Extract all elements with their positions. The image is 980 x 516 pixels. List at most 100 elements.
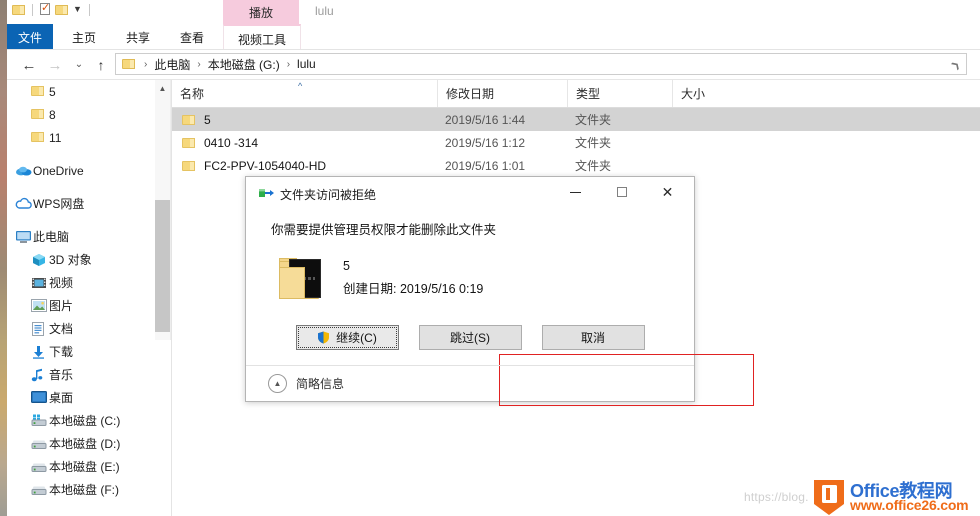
sidebar-item-9[interactable]: 文档 (7, 317, 155, 340)
column-header-size[interactable]: 大小 (672, 80, 762, 107)
tab-file[interactable]: 文件 (7, 24, 53, 50)
sidebar-item-label: 视频 (49, 276, 74, 290)
sidebar-item-11[interactable]: 音乐 (7, 363, 155, 386)
sidebar-item-label: 桌面 (49, 391, 74, 405)
folder-access-denied-dialog[interactable]: 文件夹访问被拒绝 ✕ 你需要提供管理员权限才能删除此文件夹 5 创建日期: 20… (245, 176, 754, 406)
sidebar-item-0[interactable]: 5 (7, 80, 155, 103)
navigation-pane: 5 8 11 OneDrive WPS网盘此电脑 3D 对象视频图片 文档下载音乐桌面本地磁… (7, 80, 155, 516)
scrollbar-thumb[interactable] (155, 200, 170, 332)
tab-home[interactable]: 主页 (63, 24, 105, 50)
drive-icon (31, 460, 47, 474)
desktop-icon (31, 390, 47, 405)
address-bar[interactable]: › 此电脑 › 本地磁盘 (G:) › lulu ❯ (115, 53, 967, 75)
nav-group-gap (7, 182, 155, 192)
continue-button-label: 继续(C) (336, 331, 377, 345)
sort-ascending-icon: ^ (298, 81, 303, 91)
sidebar-item-15[interactable]: 本地磁盘 (E:) (7, 455, 155, 478)
downloads-icon (31, 345, 47, 359)
dialog-target-item: 5 创建日期: 2019/5/16 0:19 (279, 253, 483, 299)
breadcrumb-drive-g[interactable]: 本地磁盘 (G:) (206, 56, 282, 73)
table-row[interactable]: 5 2019/5/16 1:44 文件夹 (172, 108, 980, 131)
recent-locations-button[interactable]: ⌄ (69, 55, 89, 75)
file-rows: 5 2019/5/16 1:44 文件夹 0410 -314 2019/5/16 1:1… (172, 108, 980, 177)
sidebar-item-14[interactable]: 本地磁盘 (D:) (7, 432, 155, 455)
documents-icon (31, 321, 47, 336)
faint-url-watermark: https://blog. (744, 490, 809, 504)
dialog-title: 文件夹访问被拒绝 (280, 188, 377, 202)
tab-share[interactable]: 共享 (117, 24, 159, 50)
folder-icon (182, 137, 196, 149)
sidebar-item-2[interactable]: 11 (7, 126, 155, 149)
sidebar-item-6[interactable]: 3D 对象 (7, 248, 155, 271)
cancel-button[interactable]: 取消 (541, 325, 645, 350)
folder-icon (182, 160, 196, 172)
continue-button[interactable]: 继续(C) (295, 325, 399, 350)
properties-icon[interactable] (39, 1, 52, 16)
title-bar: ▼ 播放 lulu (7, 0, 980, 24)
sidebar-item-label: 8 (49, 107, 56, 122)
column-header-type[interactable]: 类型 (567, 80, 672, 107)
uac-shield-icon (317, 331, 330, 344)
up-button[interactable]: ↑ (91, 55, 111, 75)
dialog-maximize-button[interactable] (599, 177, 644, 207)
row-type-cell: 文件夹 (575, 159, 612, 173)
skip-button[interactable]: 跳过(S) (418, 325, 522, 350)
table-row[interactable]: 0410 -314 2019/5/16 1:12 文件夹 (172, 131, 980, 154)
tab-video-tools[interactable]: 视频工具 (223, 24, 301, 52)
address-dropdown-icon[interactable]: ❯ (950, 59, 963, 72)
new-folder-icon[interactable] (55, 4, 69, 16)
sidebar-item-label: 11 (49, 130, 62, 145)
navigation-pane-scrollbar[interactable]: ▲ (155, 80, 171, 340)
music-icon (31, 368, 47, 382)
onedrive-icon (15, 164, 32, 178)
sidebar-item-8[interactable]: 图片 (7, 294, 155, 317)
sidebar-item-1[interactable]: 8 (7, 103, 155, 126)
quick-access-toolbar[interactable]: ▼ (12, 1, 93, 16)
drive-icon (31, 437, 47, 451)
column-header-name[interactable]: 名称 ^ (172, 80, 437, 107)
nav-group-gap (7, 149, 155, 159)
sidebar-item-label: 音乐 (49, 368, 74, 382)
row-date-cell: 2019/5/16 1:44 (445, 112, 526, 127)
dialog-action-buttons: 继续(C) 跳过(S) 取消 (246, 325, 694, 350)
scroll-up-icon[interactable]: ▲ (155, 80, 170, 96)
forward-button[interactable]: → (45, 55, 65, 75)
back-button[interactable]: ← (19, 55, 39, 75)
pictures-icon (31, 298, 47, 313)
column-header-name-label: 名称 (180, 87, 205, 101)
row-type-cell: 文件夹 (575, 136, 612, 150)
contextual-tab-group-play[interactable]: 播放 (223, 0, 299, 24)
column-header-date[interactable]: 修改日期 (437, 80, 567, 107)
tab-view[interactable]: 查看 (171, 24, 213, 50)
qat-divider (32, 3, 33, 16)
sidebar-item-16[interactable]: 本地磁盘 (F:) (7, 478, 155, 501)
wps-cloud-icon (15, 197, 32, 211)
sidebar-item-4[interactable]: WPS网盘 (7, 192, 155, 215)
sidebar-item-10[interactable]: 下载 (7, 340, 155, 363)
breadcrumb-this-pc[interactable]: 此电脑 (152, 56, 192, 73)
breadcrumb-sep-1: › (197, 58, 201, 70)
sidebar-item-7[interactable]: 视频 (7, 271, 155, 294)
customize-caret-icon[interactable]: ▼ (72, 5, 83, 14)
sidebar-item-12[interactable]: 桌面 (7, 386, 155, 409)
this-pc-icon (15, 230, 31, 244)
system-drive-icon (31, 414, 47, 428)
dialog-minimize-button[interactable] (553, 177, 598, 207)
table-row[interactable]: FC2-PPV-1054040-HD 2019/5/16 1:01 文件夹 (172, 154, 980, 177)
nav-group-gap (7, 215, 155, 225)
breadcrumb-lulu[interactable]: lulu (295, 57, 318, 71)
sidebar-item-label: 本地磁盘 (C:) (49, 414, 121, 428)
watermark-brand-url: www.office26.com (850, 497, 969, 513)
dialog-message: 你需要提供管理员权限才能删除此文件夹 (271, 223, 497, 237)
sidebar-item-label: WPS网盘 (33, 197, 85, 211)
folder-icon[interactable] (12, 4, 26, 16)
dialog-close-button[interactable]: ✕ (645, 177, 690, 207)
row-type-cell: 文件夹 (575, 113, 612, 127)
sidebar-item-13[interactable]: 本地磁盘 (C:) (7, 409, 155, 432)
sidebar-item-3[interactable]: OneDrive (7, 159, 155, 182)
sidebar-item-5[interactable]: 此电脑 (7, 225, 155, 248)
dialog-footer[interactable]: ▲ 简略信息 (246, 365, 694, 401)
chevron-up-icon[interactable]: ▲ (268, 374, 287, 393)
sidebar-item-label: 下载 (49, 345, 74, 359)
address-bar-row: ← → ⌄ ↑ › 此电脑 › 本地磁盘 (G:) › lulu ❯ (7, 50, 980, 80)
